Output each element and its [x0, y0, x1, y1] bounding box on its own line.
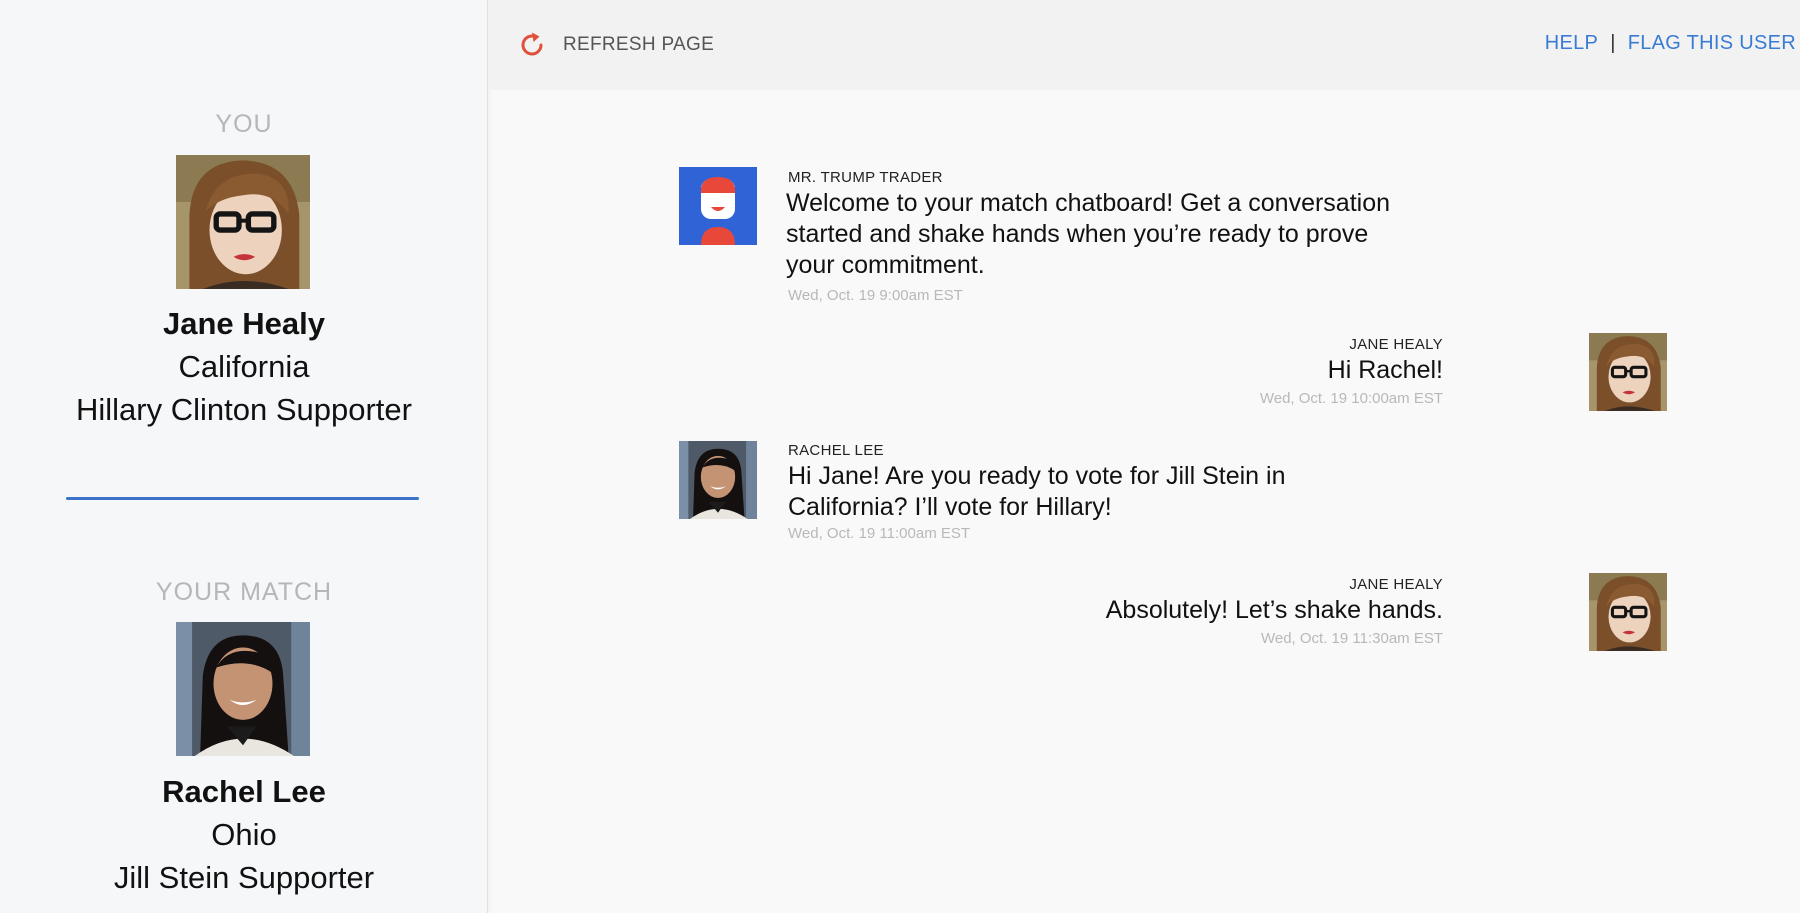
refresh-page-label: REFRESH PAGE: [563, 34, 715, 55]
message-text-line: California? I’ll vote for Hillary!: [788, 493, 1112, 521]
message-sender: JANE HEALY: [1349, 576, 1443, 593]
app-root: YOU Jane Healy California Hillary Clinto…: [0, 0, 1800, 913]
top-bar: REFRESH PAGE HELP | FLAG THIS USER: [489, 0, 1800, 90]
message-text-line: Welcome to your match chatboard! Get a c…: [786, 189, 1391, 217]
top-links: HELP | FLAG THIS USER: [1545, 32, 1796, 55]
refresh-page-button[interactable]: REFRESH PAGE: [517, 28, 714, 62]
message-sender: RACHEL LEE: [788, 442, 884, 459]
you-state: California: [178, 349, 310, 384]
message-timestamp: Wed, Oct. 19 11:00am EST: [788, 525, 971, 542]
refresh-icon: [521, 32, 543, 56]
message-timestamp: Wed, Oct. 19 10:00am EST: [1259, 390, 1443, 407]
you-name: Jane Healy: [163, 306, 325, 341]
match-name: Rachel Lee: [162, 774, 326, 809]
jane-profile-photo: [176, 155, 310, 289]
rachel-avatar: [679, 441, 757, 519]
bot-avatar-icon: [679, 167, 757, 245]
chat-board: MR. TRUMP TRADER Welcome to your match c…: [489, 90, 1800, 913]
match-support: Jill Stein Supporter: [113, 860, 375, 895]
link-separator: |: [1610, 32, 1616, 54]
message-timestamp: Wed, Oct. 19 9:00am EST: [788, 287, 963, 304]
you-label: YOU: [215, 110, 273, 138]
message-text-line: your commitment.: [786, 251, 985, 279]
your-match-label: YOUR MATCH: [155, 578, 333, 606]
rachel-profile-photo: [176, 622, 310, 756]
message-text-line: Absolutely! Let’s shake hands.: [1105, 596, 1443, 624]
match-state: Ohio: [211, 817, 277, 852]
message-sender: MR. TRUMP TRADER: [788, 169, 943, 186]
message-text-line: started and shake hands when you’re read…: [786, 220, 1369, 248]
message-sender: JANE HEALY: [1349, 336, 1443, 353]
sidebar-divider: [66, 497, 419, 500]
help-link[interactable]: HELP: [1545, 32, 1598, 55]
profile-sidebar: YOU Jane Healy California Hillary Clinto…: [0, 0, 488, 913]
flag-user-link[interactable]: FLAG THIS USER: [1628, 32, 1796, 55]
message-timestamp: Wed, Oct. 19 11:30am EST: [1260, 630, 1443, 647]
jane-avatar: [1589, 573, 1667, 651]
you-support: Hillary Clinton Supporter: [76, 392, 412, 427]
jane-avatar: [1589, 333, 1667, 411]
message-text-line: Hi Rachel!: [1327, 356, 1443, 384]
message-text-line: Hi Jane! Are you ready to vote for Jill …: [788, 462, 1286, 490]
